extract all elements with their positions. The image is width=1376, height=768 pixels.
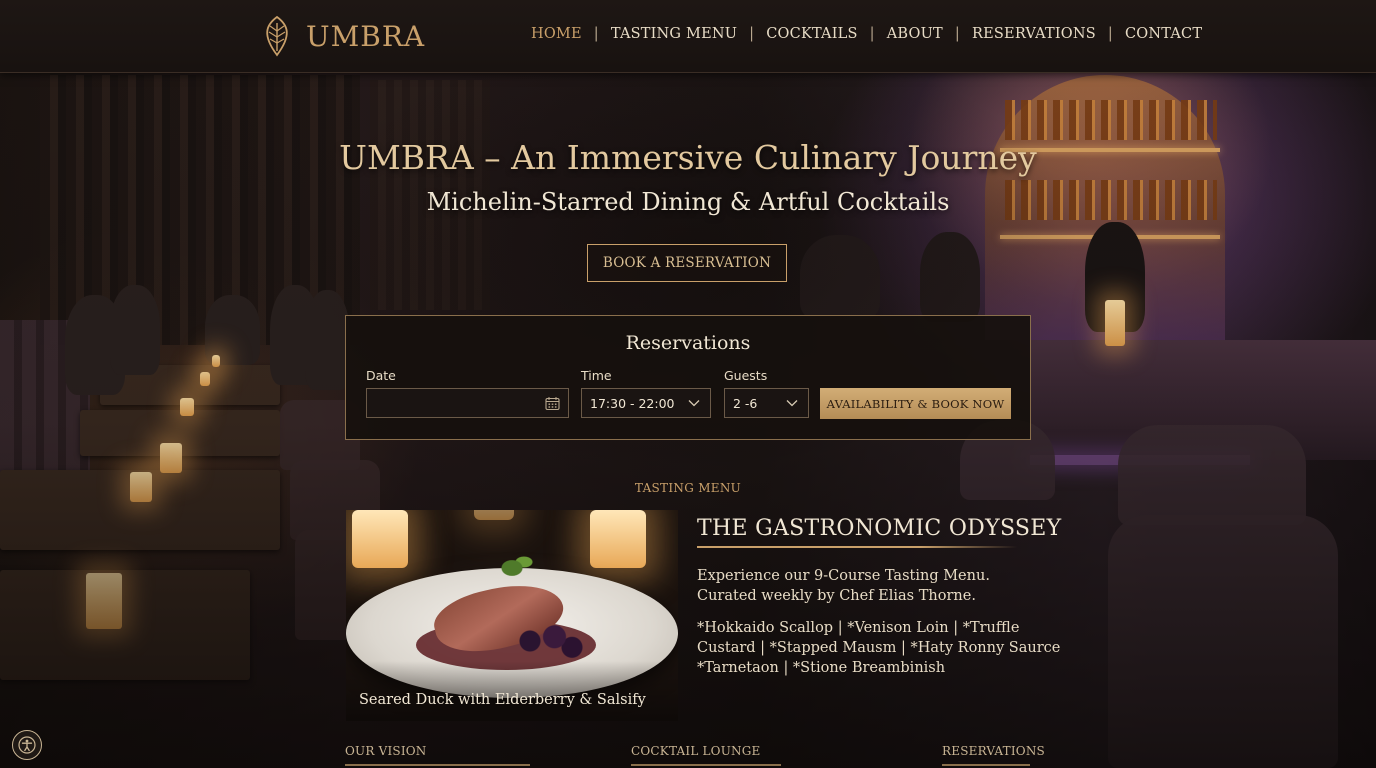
tasting-intro-line-1: Experience our 9-Course Tasting Menu. (697, 568, 990, 584)
accessibility-button[interactable] (12, 730, 42, 760)
date-label: Date (366, 368, 396, 383)
reservation-panel: Reservations Date Time 17:30 - 22:00 Gue… (345, 315, 1031, 440)
guests-label: Guests (724, 368, 768, 383)
accessibility-icon (18, 736, 36, 754)
nav-contact[interactable]: CONTACT (1125, 26, 1202, 42)
reservation-title: Reservations (625, 332, 751, 354)
nav-separator: | (1107, 26, 1113, 42)
guests-value: 2 -6 (733, 395, 758, 411)
main-nav: HOME | TASTING MENU | COCKTAILS | ABOUT … (531, 26, 1202, 42)
book-reservation-button[interactable]: BOOK A RESERVATION (587, 244, 787, 282)
footer-rule (631, 764, 781, 766)
site-header: UMBRA HOME | TASTING MENU | COCKTAILS | … (0, 0, 1376, 73)
guests-select[interactable]: 2 -6 (724, 388, 809, 418)
footer-link-our-vision[interactable]: OUR VISION (345, 744, 427, 758)
nav-tasting-menu[interactable]: TASTING MENU (611, 26, 737, 42)
title-underline (697, 546, 1017, 548)
nav-separator: | (869, 26, 875, 42)
availability-book-button[interactable]: AVAILABILITY & BOOK NOW (820, 388, 1011, 419)
hero-title: UMBRA – An Immersive Culinary Journey (339, 138, 1037, 177)
courses-line-3: *Tarnetaon | *Stione Breambinish (697, 660, 946, 676)
courses-line-2: Custard | *Stapped Mausm | *Haty Ronny S… (697, 640, 1061, 656)
time-select[interactable]: 17:30 - 22:00 (581, 388, 711, 418)
time-value: 17:30 - 22:00 (590, 395, 675, 411)
nav-about[interactable]: ABOUT (887, 26, 943, 42)
footer-rule (345, 764, 530, 766)
footer-rule (942, 764, 1030, 766)
nav-separator: | (954, 26, 960, 42)
chevron-down-icon (784, 395, 800, 411)
tasting-menu-kicker: TASTING MENU (634, 481, 742, 495)
brand-logo[interactable]: UMBRA (258, 12, 425, 60)
nav-separator: | (593, 26, 599, 42)
dish-image: Seared Duck with Elderberry & Salsify (346, 510, 678, 721)
footer-link-reservations[interactable]: RESERVATIONS (942, 744, 1045, 758)
brand-name: UMBRA (306, 19, 426, 53)
nav-reservations[interactable]: RESERVATIONS (972, 26, 1096, 42)
dish-caption: Seared Duck with Elderberry & Salsify (359, 692, 646, 708)
tasting-title: THE GASTRONOMIC ODYSSEY (697, 516, 1062, 541)
date-field[interactable] (366, 388, 569, 418)
hero-subtitle: Michelin-Starred Dining & Artful Cocktai… (426, 188, 950, 216)
nav-separator: | (749, 26, 755, 42)
tasting-intro-line-2: Curated weekly by Chef Elias Thorne. (697, 588, 976, 604)
time-label: Time (581, 368, 612, 383)
calendar-icon[interactable] (544, 395, 560, 411)
leaf-emblem-icon (266, 15, 288, 57)
courses-line-1: *Hokkaido Scallop | *Venison Loin | *Tru… (697, 620, 1020, 636)
chevron-down-icon (686, 395, 702, 411)
nav-cocktails[interactable]: COCKTAILS (766, 26, 857, 42)
footer-link-cocktail-lounge[interactable]: COCKTAIL LOUNGE (631, 744, 760, 758)
nav-home[interactable]: HOME (531, 26, 582, 42)
